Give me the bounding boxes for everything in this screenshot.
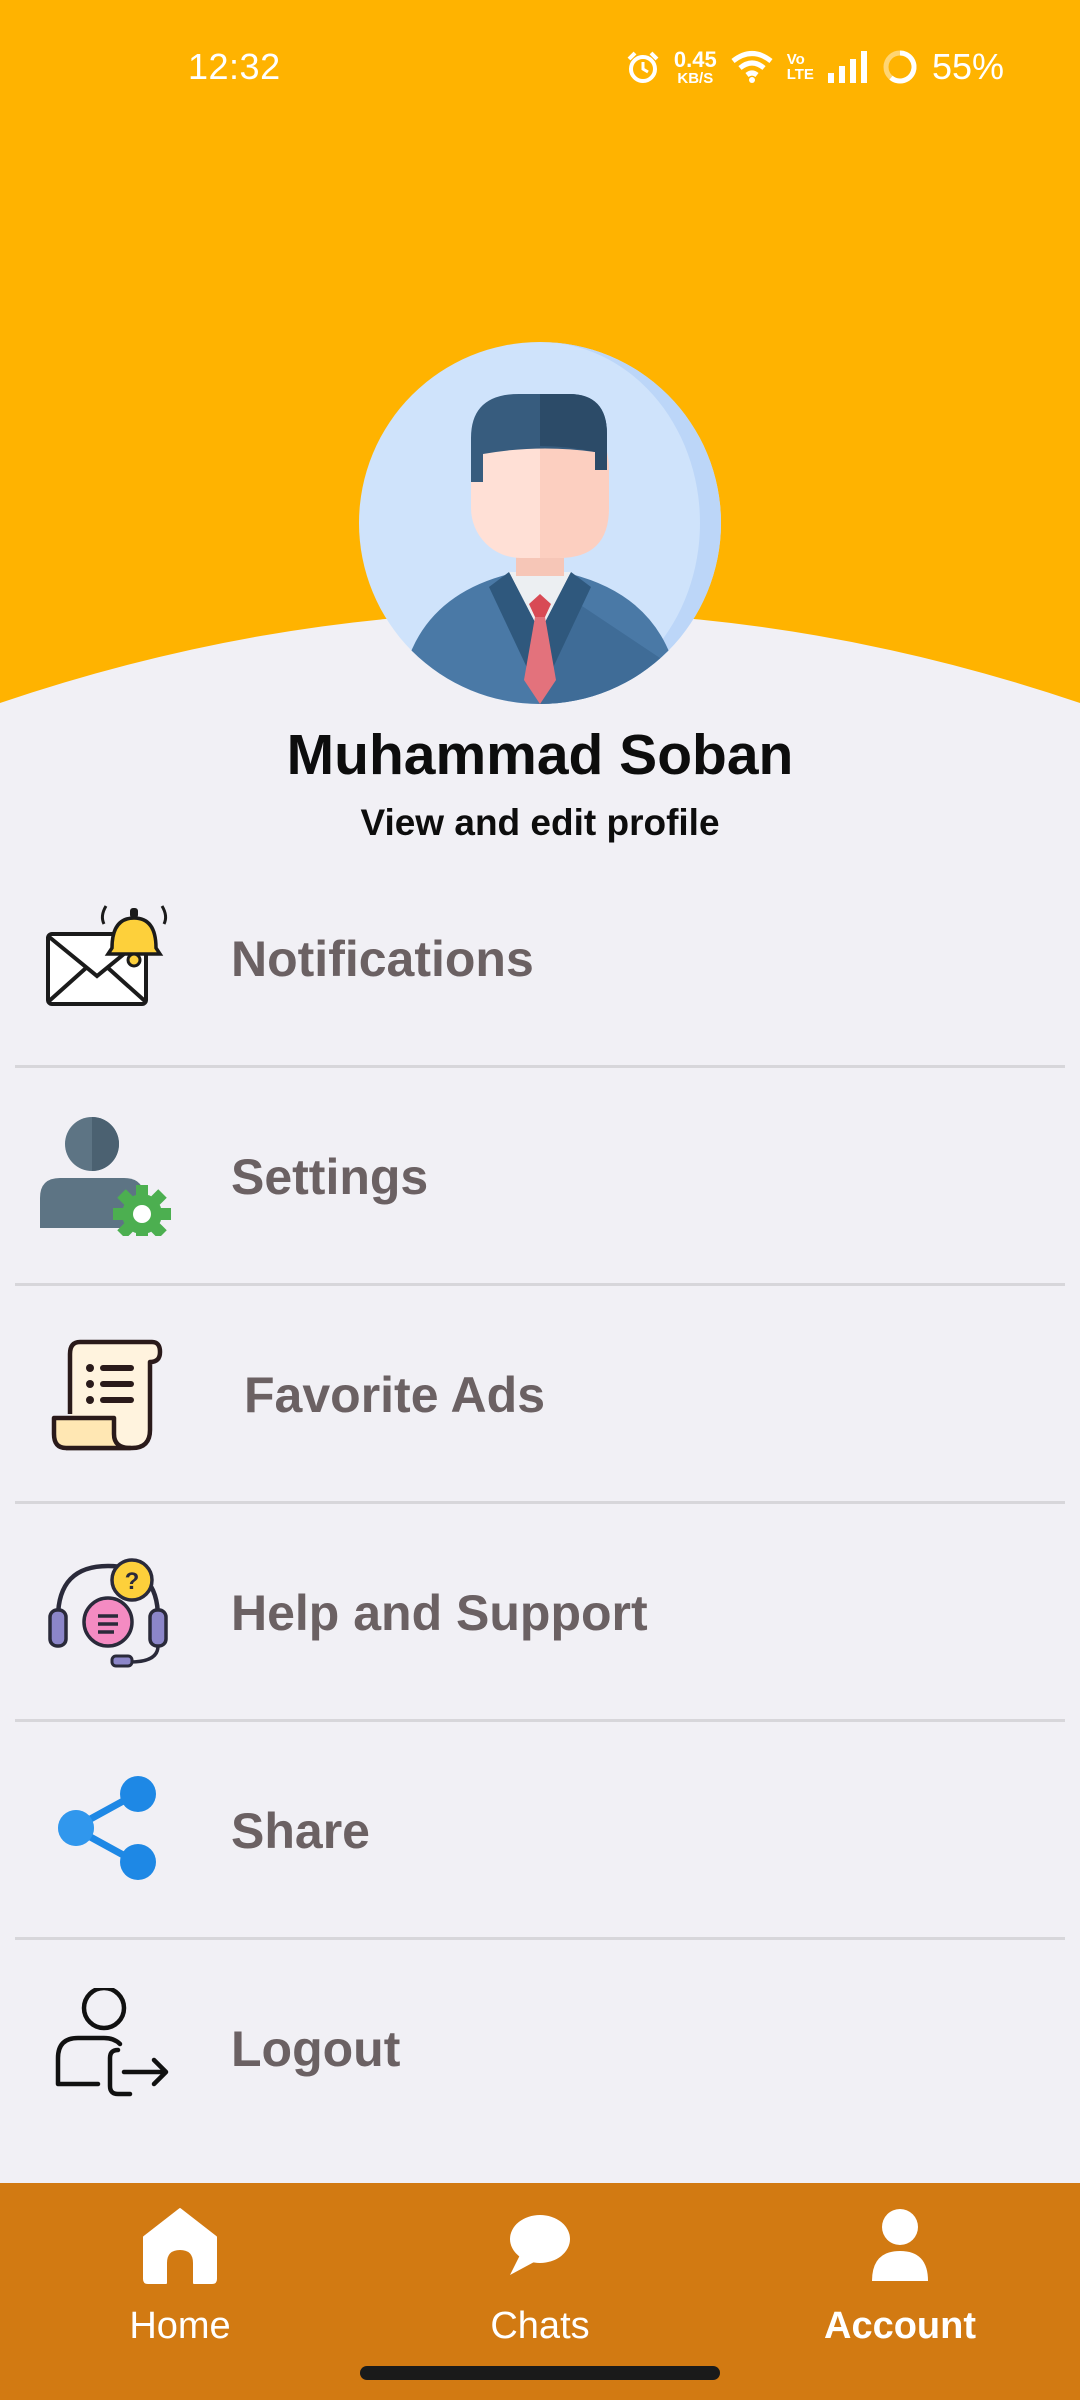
- volte-top: Vo: [786, 51, 805, 68]
- volte-bottom: LTE: [786, 66, 814, 83]
- status-time: 12:32: [188, 46, 281, 87]
- home-indicator[interactable]: [360, 2366, 720, 2380]
- nav-account[interactable]: Account: [750, 2183, 1050, 2383]
- user-logout-icon: [55, 1988, 169, 2097]
- svg-text:?: ?: [125, 1568, 140, 1595]
- alarm-icon: [627, 51, 659, 83]
- nav-chats[interactable]: Chats: [390, 2183, 690, 2383]
- menu-item-notifications[interactable]: Notifications: [0, 850, 1080, 1068]
- envelope-bell-icon: [46, 905, 168, 1006]
- profile-name[interactable]: Muhammad Soban: [0, 722, 1080, 788]
- menu-item-share[interactable]: Share: [0, 1722, 1080, 1940]
- nav-label: Chats: [490, 2305, 590, 2347]
- volte-icon: Vo LTE: [787, 52, 814, 82]
- wifi-icon: [731, 51, 773, 83]
- net-speed: 0.45 KB/S: [673, 46, 717, 87]
- avatar[interactable]: [359, 342, 721, 704]
- menu-item-label: Share: [231, 1803, 370, 1859]
- user-icon: [872, 2209, 928, 2281]
- menu-item-label: Favorite Ads: [244, 1367, 546, 1423]
- nav-label: Home: [129, 2305, 231, 2347]
- menu-item-label: Logout: [231, 2021, 401, 2077]
- home-icon: [143, 2208, 217, 2284]
- battery-ring-icon: [883, 50, 917, 84]
- user-gear-icon: [40, 1117, 171, 1236]
- signal-icon: [827, 51, 867, 83]
- net-speed-unit: KB/S: [677, 69, 714, 87]
- chat-bubble-icon: [510, 2215, 570, 2275]
- view-edit-profile-link[interactable]: View and edit profile: [0, 802, 1080, 844]
- menu-item-label: Help and Support: [231, 1585, 648, 1641]
- headset-support-icon: ?: [48, 1558, 168, 1668]
- battery-percent: 55%: [931, 46, 1004, 87]
- menu-item-help-support[interactable]: ? Help and Support: [0, 1504, 1080, 1722]
- scroll-list-icon: [51, 1339, 163, 1451]
- menu-item-label: Notifications: [231, 931, 534, 987]
- nav-home[interactable]: Home: [30, 2183, 330, 2383]
- net-speed-value: 0.45: [673, 46, 717, 72]
- share-icon: [58, 1776, 156, 1880]
- menu-item-label: Settings: [231, 1149, 429, 1205]
- menu-item-settings[interactable]: Settings: [0, 1068, 1080, 1286]
- status-bar: 12:32 0.45 KB/S Vo LTE 55%: [0, 0, 1080, 140]
- nav-label: Account: [824, 2305, 976, 2347]
- menu-item-logout[interactable]: Logout: [0, 1940, 1080, 2158]
- menu-item-favorite-ads[interactable]: Favorite Ads: [0, 1286, 1080, 1504]
